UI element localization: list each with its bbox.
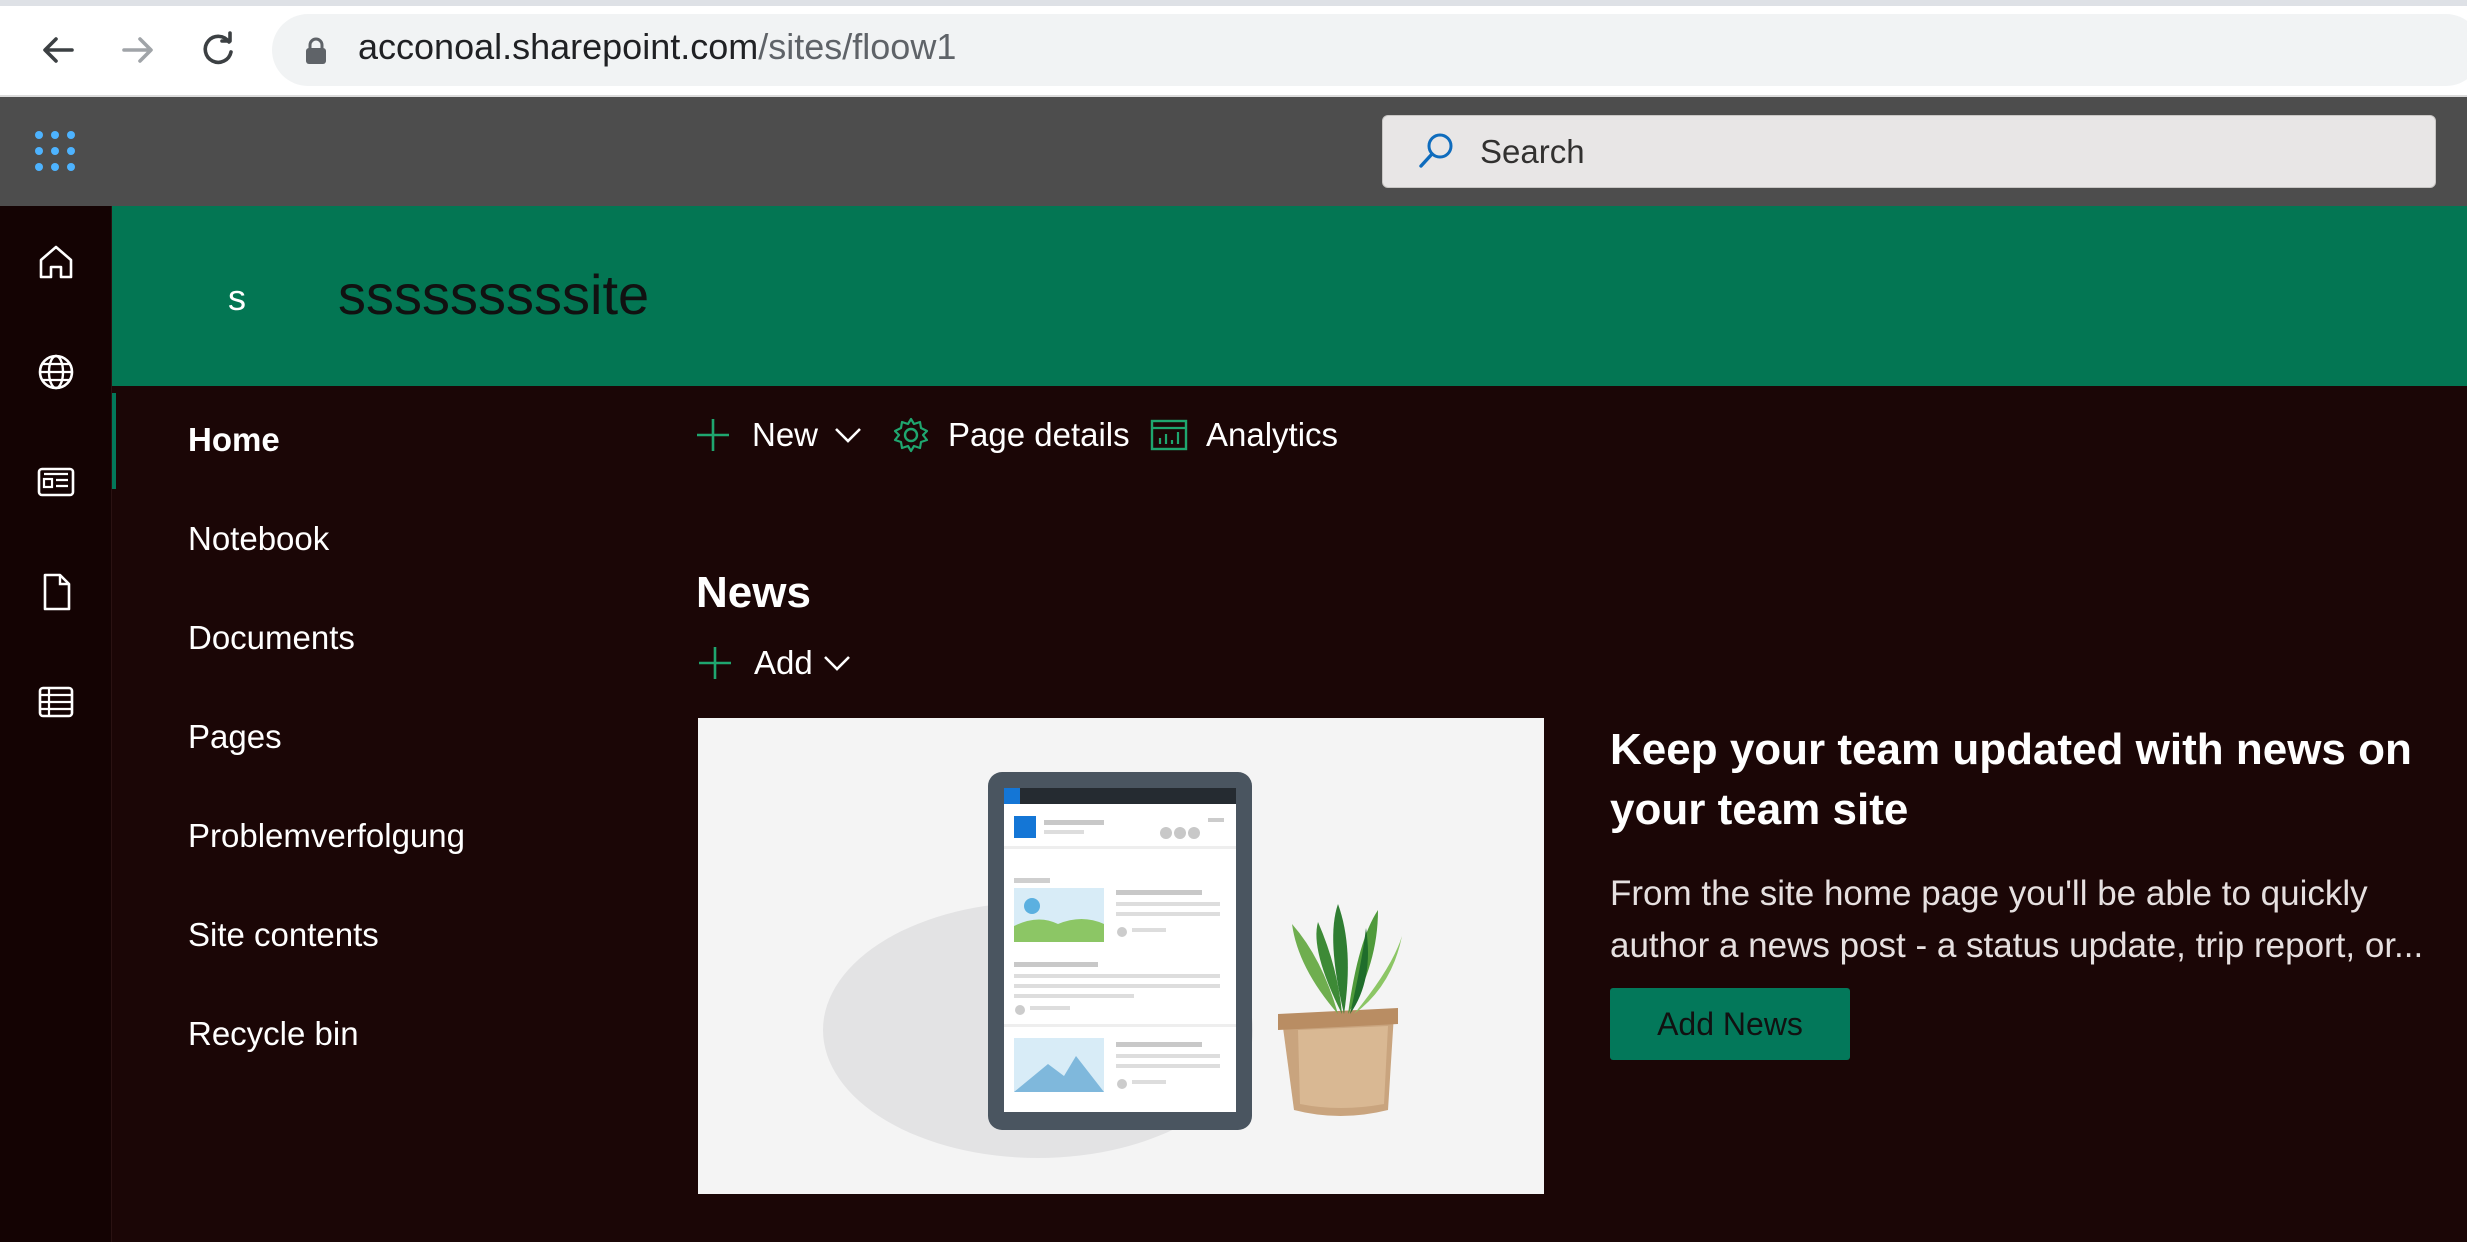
new-button[interactable]: New <box>694 416 862 454</box>
document-icon[interactable] <box>28 564 84 620</box>
nav-item-problemverfolgung[interactable]: Problemverfolgung <box>188 817 465 855</box>
add-news-dropdown[interactable]: Add <box>696 644 851 682</box>
reload-button[interactable] <box>190 22 246 78</box>
app-launcher-icon[interactable] <box>32 128 78 174</box>
site-title[interactable]: sssssssssite <box>338 262 649 327</box>
forward-button[interactable] <box>110 22 166 78</box>
page-details-button[interactable]: Page details <box>892 416 1130 454</box>
gear-icon <box>893 417 929 453</box>
news-illustration <box>698 718 1544 1194</box>
browser-tab-strip <box>0 0 2467 6</box>
lock-icon <box>304 36 328 71</box>
chevron-down-icon <box>835 428 861 443</box>
arrow-left-icon <box>43 37 74 63</box>
add-news-button[interactable]: Add News <box>1610 988 1850 1060</box>
page-details-label: Page details <box>948 416 1130 453</box>
plus-icon <box>697 419 729 451</box>
nav-item-site-contents[interactable]: Site contents <box>188 916 379 954</box>
globe-icon[interactable] <box>28 344 84 400</box>
arrow-right-icon <box>122 37 153 63</box>
nav-item-documents[interactable]: Documents <box>188 619 355 657</box>
chevron-down-icon <box>823 656 850 671</box>
reload-icon <box>203 31 233 65</box>
news-section-title: News <box>696 568 811 617</box>
site-logo[interactable]: s <box>210 258 264 338</box>
home-icon[interactable] <box>28 234 84 290</box>
new-label: New <box>752 416 819 453</box>
nav-item-recycle-bin[interactable]: Recycle bin <box>188 1015 359 1053</box>
nav-selected-indicator <box>112 393 116 489</box>
analytics-button[interactable]: Analytics <box>1150 416 1338 454</box>
nav-item-pages[interactable]: Pages <box>188 718 282 756</box>
list-icon[interactable] <box>28 674 84 730</box>
nav-item-home[interactable]: Home <box>188 421 280 459</box>
news-promo-heading: Keep your team updated with news on your… <box>1610 725 2412 834</box>
back-button[interactable] <box>30 22 86 78</box>
url-host: acconoal.sharepoint.com <box>358 26 759 67</box>
url-path: /sites/floow1 <box>758 26 957 67</box>
address-bar-url[interactable]: acconoal.sharepoint.com/sites/floow1 <box>358 26 956 68</box>
search-icon <box>1416 130 1456 177</box>
add-label: Add <box>754 644 813 681</box>
analytics-label: Analytics <box>1206 416 1339 453</box>
search-placeholder: Search <box>1480 133 1585 170</box>
news-icon[interactable] <box>28 454 84 510</box>
analytics-icon <box>1150 419 1188 451</box>
nav-item-notebook[interactable]: Notebook <box>188 520 329 558</box>
news-promo-description: From the site home page you'll be able t… <box>1610 874 2424 965</box>
plus-icon <box>699 647 731 679</box>
left-navigation <box>112 386 622 1242</box>
